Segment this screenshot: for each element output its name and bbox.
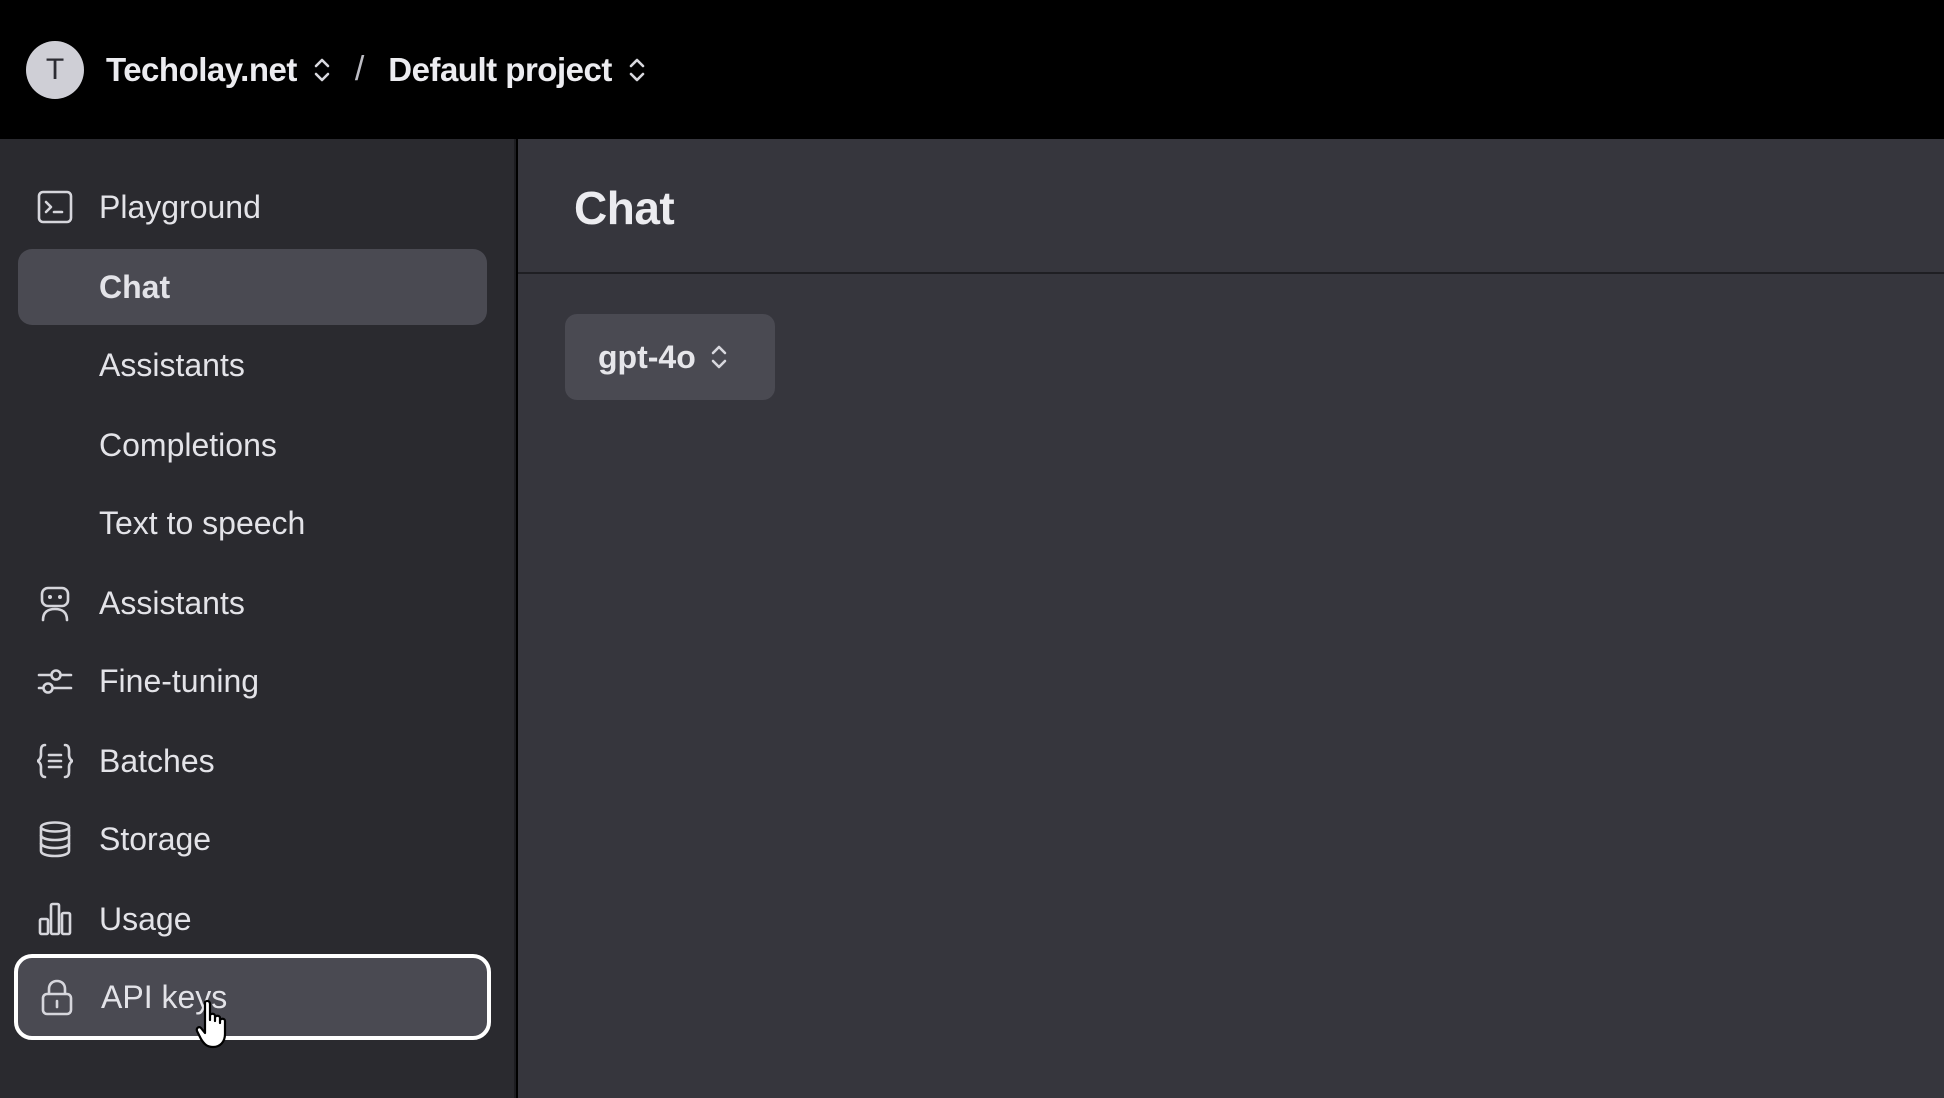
bar-chart-icon xyxy=(34,898,76,940)
sidebar-item-chat[interactable]: Chat xyxy=(18,249,487,325)
sidebar-item-label: Completions xyxy=(99,426,277,463)
sidebar-item-text-to-speech[interactable]: Text to speech xyxy=(18,485,487,561)
sidebar-item-playground[interactable]: Playground xyxy=(18,169,487,245)
chevron-up-down-icon xyxy=(711,345,727,369)
sidebar-item-api-keys[interactable]: API keys xyxy=(14,954,491,1040)
terminal-icon xyxy=(34,186,76,228)
sidebar-item-storage[interactable]: Storage xyxy=(18,801,487,877)
model-select[interactable]: gpt-4o xyxy=(565,314,775,400)
sliders-icon xyxy=(34,660,76,702)
org-name: Techolay.net xyxy=(106,50,297,88)
top-bar: T Techolay.net / Default project xyxy=(0,0,1944,139)
sidebar-item-label: Text to speech xyxy=(99,504,306,541)
page-title: Chat xyxy=(574,182,675,234)
sidebar-item-label: Fine-tuning xyxy=(99,662,260,699)
main-panel: Chat gpt-4o xyxy=(518,139,1944,1098)
lock-icon xyxy=(36,976,78,1018)
sidebar-item-label: Playground xyxy=(99,188,261,225)
org-switcher[interactable]: Techolay.net xyxy=(106,51,333,89)
robot-icon xyxy=(34,582,76,624)
project-name: Default project xyxy=(388,50,612,88)
sidebar-item-playground-assistants[interactable]: Assistants xyxy=(18,327,487,403)
sidebar-item-batches[interactable]: Batches xyxy=(18,723,487,799)
chevron-up-down-icon xyxy=(314,58,330,81)
sidebar-item-label: Batches xyxy=(99,742,215,779)
sidebar-item-usage[interactable]: Usage xyxy=(18,881,487,957)
sidebar-item-label: API keys xyxy=(101,978,228,1015)
sidebar-item-label: Storage xyxy=(99,820,212,857)
sidebar-item-fine-tuning[interactable]: Fine-tuning xyxy=(18,643,487,719)
braces-list-icon xyxy=(34,740,76,782)
sidebar-item-assistants[interactable]: Assistants xyxy=(18,565,487,641)
breadcrumb-separator: / xyxy=(354,50,365,88)
sidebar-item-label: Assistants xyxy=(99,584,245,621)
sidebar-item-label: Usage xyxy=(99,900,192,937)
model-select-value: gpt-4o xyxy=(598,338,696,375)
sidebar-item-label: Assistants xyxy=(99,346,245,383)
sidebar-item-label: Chat xyxy=(99,268,171,305)
main-header: Chat xyxy=(518,139,1944,274)
project-switcher[interactable]: Default project xyxy=(388,51,648,89)
chevron-up-down-icon xyxy=(629,58,645,81)
avatar[interactable]: T xyxy=(26,40,84,99)
sidebar-item-completions[interactable]: Completions xyxy=(18,407,487,483)
sidebar: Playground Chat Assistants Completions T… xyxy=(0,139,516,1098)
database-icon xyxy=(34,818,76,860)
